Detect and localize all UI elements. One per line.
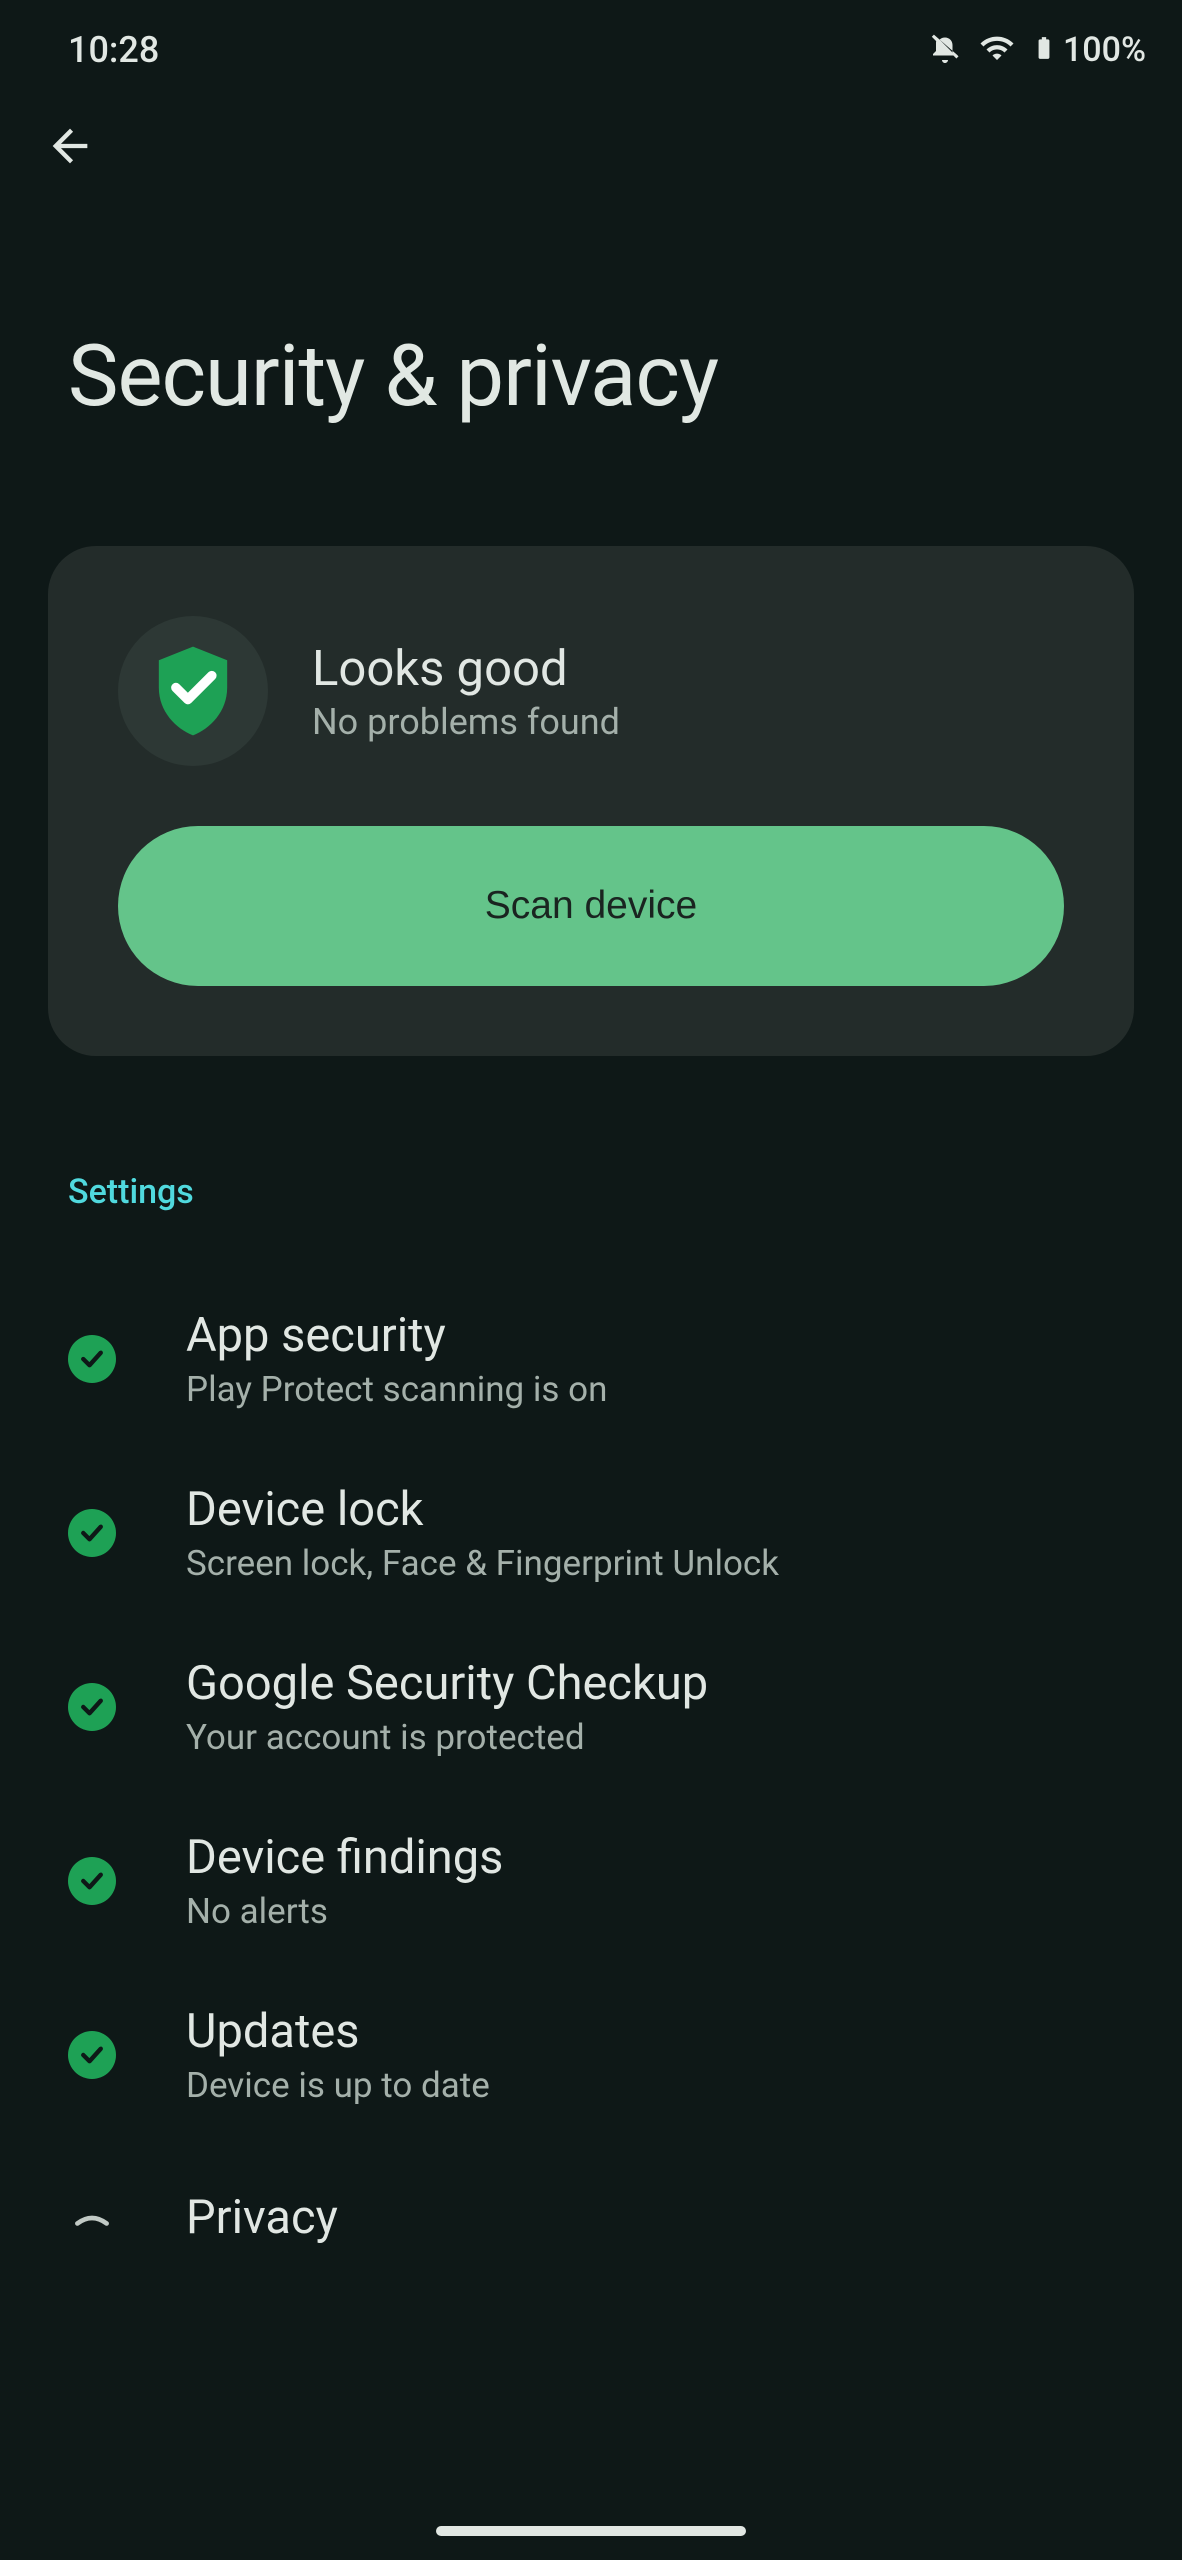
security-status-card: Looks good No problems found Scan device [48,546,1134,1056]
settings-item-privacy[interactable]: Privacy [0,2142,1182,2281]
settings-item-updates[interactable]: Updates Device is up to date [0,1968,1182,2142]
notifications-off-icon [927,30,963,70]
scan-device-button[interactable]: Scan device [118,826,1064,986]
battery-percentage: 100% [1063,30,1146,70]
settings-item-title: Device findings [186,1830,503,1885]
settings-item-text: Privacy [186,2190,338,2245]
check-icon [68,1509,116,1557]
settings-list: App security Play Protect scanning is on… [0,1212,1182,2281]
settings-item-subtitle: Your account is protected [186,1717,708,1758]
wifi-icon [979,30,1015,70]
battery-icon [1031,29,1057,71]
settings-item-title: Google Security Checkup [186,1656,708,1711]
settings-item-title: App security [186,1308,607,1363]
settings-item-app-security[interactable]: App security Play Protect scanning is on [0,1272,1182,1446]
chevron-up-icon [68,2194,116,2242]
check-icon [68,1683,116,1731]
settings-item-text: Device findings No alerts [186,1830,503,1932]
status-time: 10:28 [68,29,159,71]
settings-item-text: Updates Device is up to date [186,2004,490,2106]
status-card-subtitle: No problems found [312,701,620,743]
shield-check-icon [118,616,268,766]
settings-item-subtitle: Screen lock, Face & Fingerprint Unlock [186,1543,779,1584]
settings-item-title: Privacy [186,2190,338,2245]
back-button[interactable] [0,80,1182,176]
settings-item-text: App security Play Protect scanning is on [186,1308,607,1410]
status-card-title: Looks good [312,640,620,697]
navigation-handle[interactable] [436,2526,746,2536]
page-title: Security & privacy [0,176,1182,426]
check-icon [68,1335,116,1383]
status-bar: 10:28 100% [0,0,1182,80]
settings-item-text: Device lock Screen lock, Face & Fingerpr… [186,1482,779,1584]
settings-item-subtitle: Device is up to date [186,2065,490,2106]
settings-item-text: Google Security Checkup Your account is … [186,1656,708,1758]
check-icon [68,1857,116,1905]
settings-item-device-lock[interactable]: Device lock Screen lock, Face & Fingerpr… [0,1446,1182,1620]
settings-item-google-security-checkup[interactable]: Google Security Checkup Your account is … [0,1620,1182,1794]
battery-group: 100% [1031,29,1146,71]
settings-item-title: Device lock [186,1482,779,1537]
status-card-header: Looks good No problems found [118,616,1064,766]
settings-item-device-findings[interactable]: Device findings No alerts [0,1794,1182,1968]
settings-item-subtitle: No alerts [186,1891,503,1932]
status-card-text: Looks good No problems found [312,640,620,743]
check-icon [68,2031,116,2079]
settings-section-label: Settings [0,1056,1182,1212]
settings-item-title: Updates [186,2004,490,2059]
status-icons: 100% [927,29,1146,71]
settings-item-subtitle: Play Protect scanning is on [186,1369,607,1410]
